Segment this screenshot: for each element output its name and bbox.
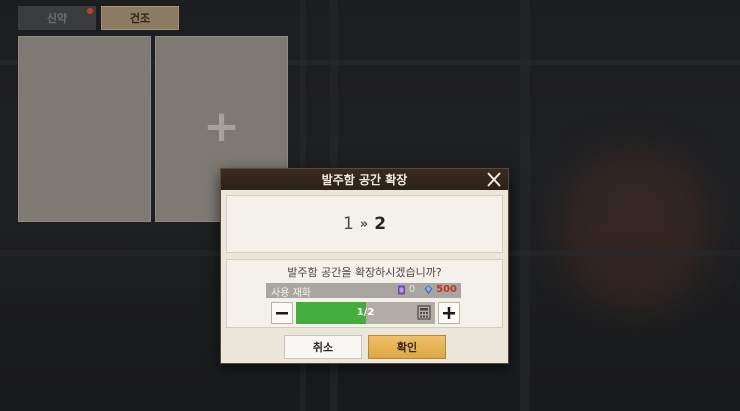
cost-label: 사용 재화 bbox=[271, 288, 311, 299]
slot-empty bbox=[18, 36, 151, 222]
dialog-header: 발주함 공간 확장 bbox=[221, 169, 508, 190]
cancel-button[interactable]: 취소 bbox=[284, 335, 362, 359]
quantity-text: 1/2 bbox=[356, 307, 375, 318]
decrease-button[interactable] bbox=[271, 302, 293, 324]
plus-icon: + bbox=[203, 100, 240, 152]
chevron-right-icon: » bbox=[359, 216, 369, 232]
dialog-title: 발주함 공간 확장 bbox=[321, 173, 408, 187]
tab-construction-label: 건조 bbox=[129, 12, 151, 25]
expand-dialog: 발주함 공간 확장 1 » 2 발주함 공간을 확장하시겠습니까? 사용 재화 … bbox=[220, 168, 509, 364]
level-to: 2 bbox=[374, 214, 387, 234]
tab-medicine-label: 신약 bbox=[46, 12, 68, 25]
tab-construction[interactable]: 건조 bbox=[101, 6, 179, 30]
confirm-label: 확인 bbox=[396, 341, 418, 354]
plus-icon bbox=[443, 307, 455, 319]
cost-row: 사용 재화 0 500 bbox=[266, 283, 461, 299]
minus-icon bbox=[276, 312, 288, 315]
quantity-bar[interactable]: 1/2 bbox=[296, 302, 435, 324]
confirm-question: 발주함 공간을 확장하시겠습니까? bbox=[287, 266, 442, 279]
level-from: 1 bbox=[342, 214, 354, 234]
gem-icon bbox=[424, 285, 433, 294]
calculator-icon[interactable] bbox=[417, 305, 431, 320]
increase-button[interactable] bbox=[438, 302, 460, 324]
close-icon[interactable] bbox=[484, 170, 504, 189]
level-panel: 1 » 2 bbox=[226, 195, 503, 253]
confirm-button[interactable]: 확인 bbox=[368, 335, 446, 359]
tab-medicine[interactable]: 신약 bbox=[18, 6, 96, 30]
notification-dot bbox=[87, 8, 93, 14]
cost-values: 0 500 bbox=[397, 284, 457, 295]
cancel-label: 취소 bbox=[312, 341, 334, 354]
owned-amount: 0 bbox=[408, 284, 416, 295]
price-amount: 500 bbox=[436, 284, 457, 295]
ticket-icon bbox=[397, 285, 405, 294]
